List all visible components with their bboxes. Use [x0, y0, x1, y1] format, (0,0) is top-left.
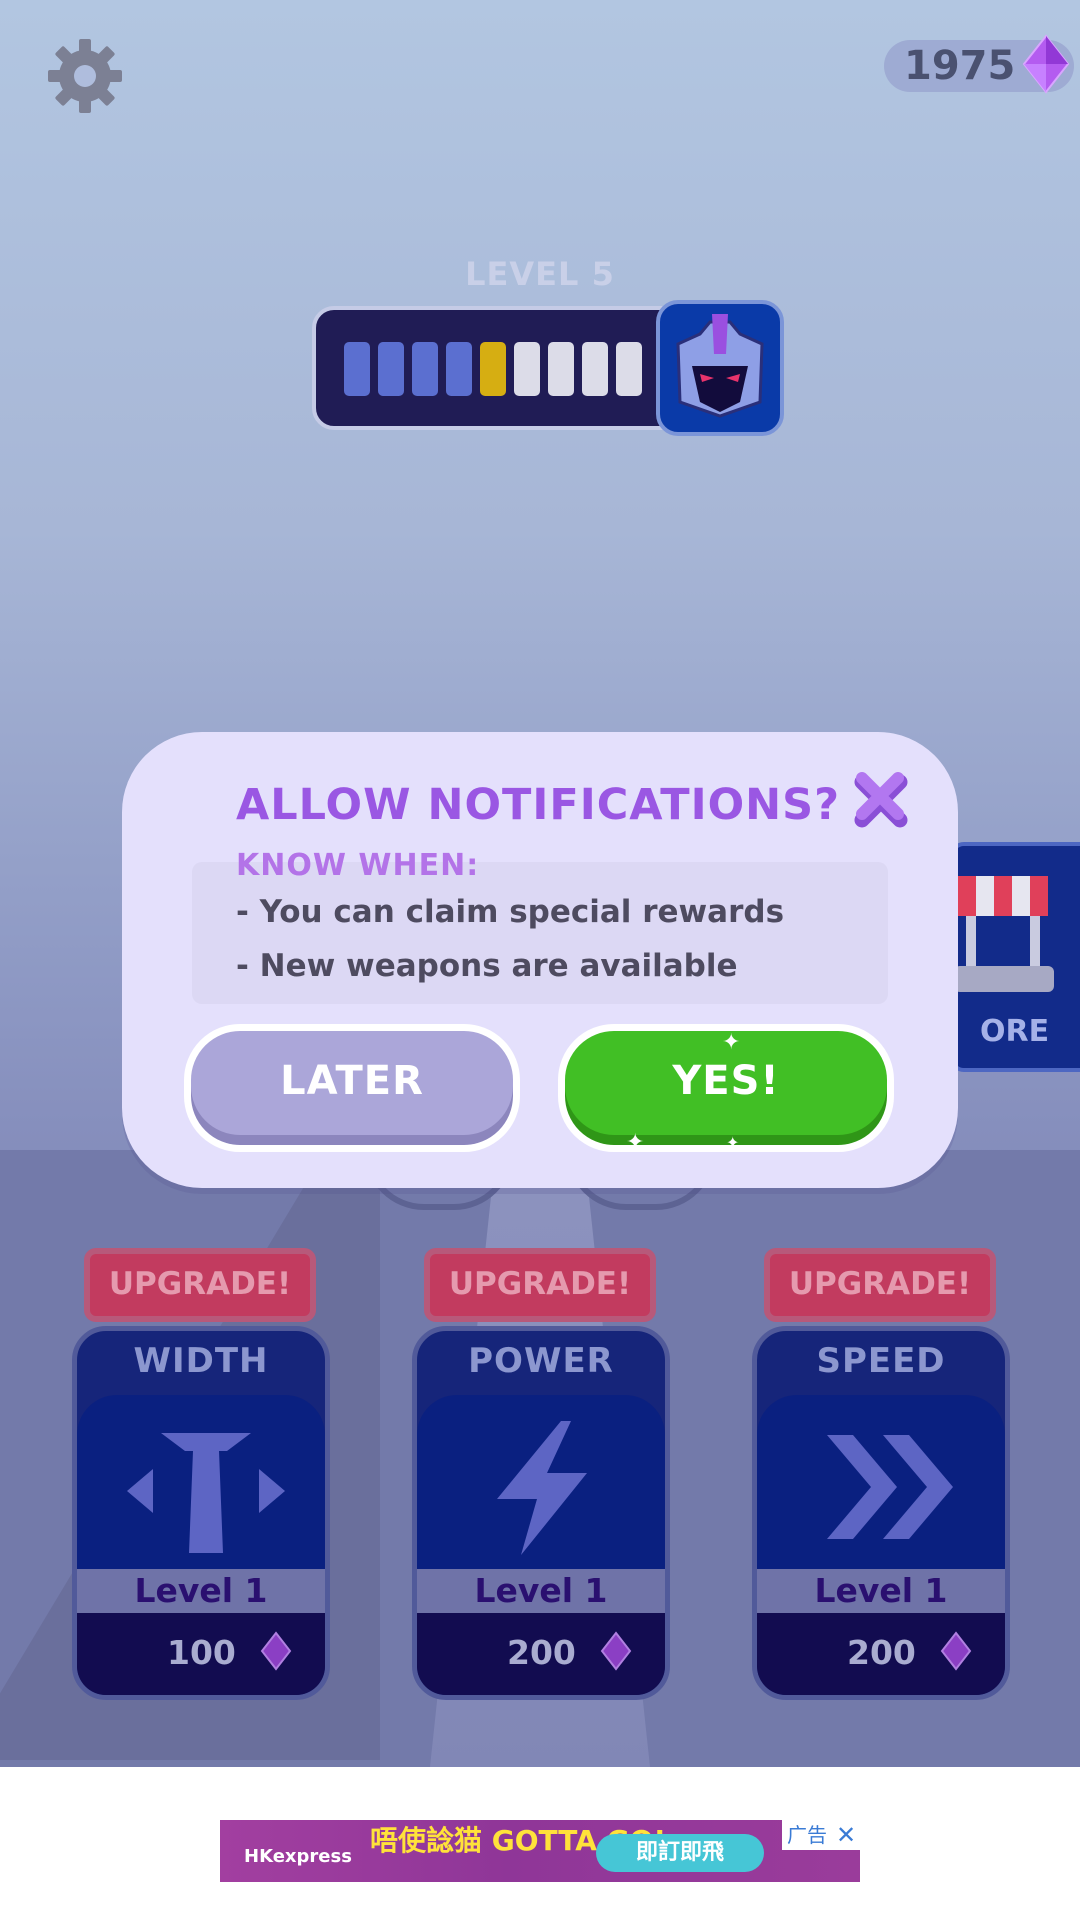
upgrade-badge: UPGRADE! [424, 1248, 656, 1322]
shop-stall-icon [954, 876, 1054, 992]
upgrade-badge: UPGRADE! [764, 1248, 996, 1322]
level-segment [378, 342, 404, 396]
gem-icon [260, 1631, 292, 1671]
sparkle-icon: ✦ [722, 1030, 741, 1055]
level-segment [480, 342, 506, 396]
dialog-subtitle: KNOW WHEN: [236, 848, 480, 883]
ad-close-icon[interactable]: ✕ [832, 1820, 860, 1850]
shop-button[interactable]: ORE [950, 842, 1080, 1072]
width-icon [127, 1433, 285, 1553]
sparkle-icon: ✦ [726, 1133, 740, 1152]
game-screen: 1975 LEVEL 5 ORE UPGRADE! WIDTH Level 1 … [0, 0, 1080, 1767]
upgrade-level: Level 1 [77, 1569, 325, 1613]
upgrade-title: SPEED [816, 1341, 946, 1381]
ad-banner[interactable]: HKexpress 唔使諗猫 GOTTA GO! 即訂即飛 广告 ✕ [220, 1820, 860, 1882]
notifications-dialog: ALLOW NOTIFICATIONS? KNOW WHEN: - You ca… [122, 732, 958, 1188]
lightning-icon [497, 1421, 587, 1555]
upgrade-title: POWER [468, 1341, 614, 1381]
robot-boss-icon [676, 314, 764, 418]
upgrade-icon-area [757, 1395, 1005, 1569]
upgrade-card-speed[interactable]: UPGRADE! SPEED Level 1 200 [752, 1248, 1020, 1700]
benefit-line: - New weapons are available [236, 948, 738, 984]
upgrade-panel: SPEED Level 1 200 [752, 1326, 1010, 1700]
ad-cta-button[interactable]: 即訂即飛 [596, 1834, 764, 1872]
later-button[interactable]: LATER [184, 1024, 520, 1152]
upgrade-price: 200 [757, 1613, 1005, 1695]
benefit-line: - You can claim special rewards [236, 894, 785, 930]
upgrade-title: WIDTH [133, 1341, 269, 1381]
dialog-title: ALLOW NOTIFICATIONS? [236, 780, 841, 830]
upgrade-panel: POWER Level 1 200 [412, 1326, 670, 1700]
close-icon[interactable] [850, 768, 910, 828]
level-segment [344, 342, 370, 396]
yes-button-label: YES! [672, 1058, 780, 1104]
shop-label: ORE [980, 1014, 1050, 1049]
ad-label: 广告 [782, 1820, 832, 1850]
gem-icon [940, 1631, 972, 1671]
level-segment [446, 342, 472, 396]
gem-count: 1975 [904, 43, 1016, 89]
upgrade-level: Level 1 [757, 1569, 1005, 1613]
gem-icon [600, 1631, 632, 1671]
upgrade-price-value: 200 [847, 1633, 916, 1672]
level-segment [548, 342, 574, 396]
level-label: LEVEL 5 [465, 255, 615, 293]
fast-forward-icon [827, 1435, 953, 1539]
level-segment [616, 342, 642, 396]
boss-icon [656, 300, 784, 436]
upgrade-price-value: 100 [167, 1633, 236, 1672]
ad-brand: HKexpress [244, 1846, 352, 1867]
level-progress-bar [312, 306, 672, 430]
upgrade-panel: WIDTH Level 1 100 [72, 1326, 330, 1700]
upgrade-card-width[interactable]: UPGRADE! WIDTH Level 1 100 [72, 1248, 340, 1700]
upgrade-icon-area [417, 1395, 665, 1569]
sparkle-icon: ✦ [626, 1130, 645, 1155]
upgrade-price: 100 [77, 1613, 325, 1695]
upgrade-icon-area [77, 1395, 325, 1569]
upgrade-price-value: 200 [507, 1633, 576, 1672]
upgrade-card-power[interactable]: UPGRADE! POWER Level 1 200 [412, 1248, 680, 1700]
level-segment [514, 342, 540, 396]
upgrade-badge: UPGRADE! [84, 1248, 316, 1322]
level-segment [582, 342, 608, 396]
upgrade-level: Level 1 [417, 1569, 665, 1613]
gem-icon [1022, 34, 1070, 94]
upgrade-price: 200 [417, 1613, 665, 1695]
level-segment [412, 342, 438, 396]
settings-gear-icon[interactable] [44, 35, 126, 117]
